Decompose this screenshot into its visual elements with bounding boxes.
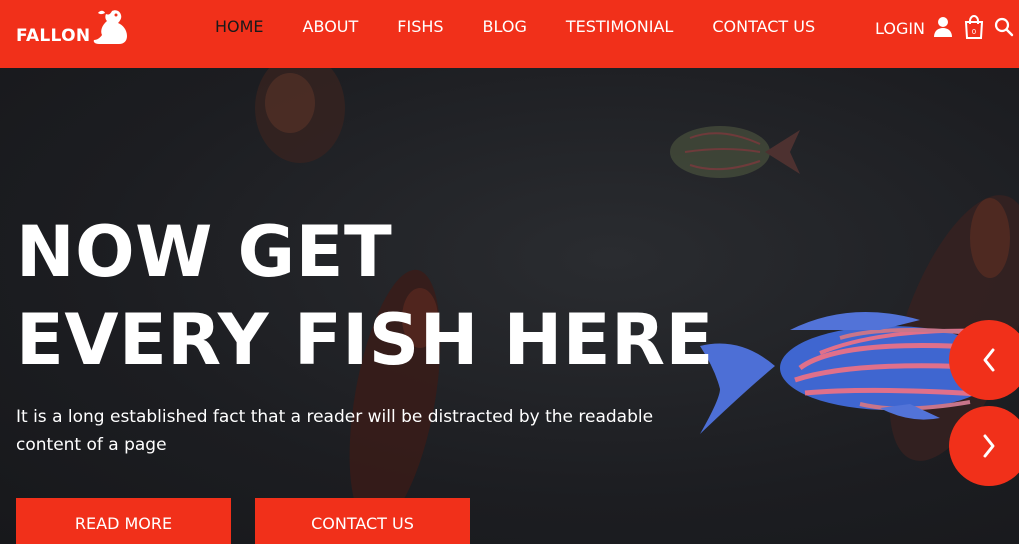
shopping-bag-icon[interactable]: 0	[964, 14, 984, 43]
hero-headline: NOW GET EVERY FISH HERE	[16, 208, 714, 384]
headline-line-1: NOW GET	[16, 211, 393, 293]
nav-home[interactable]: HOME	[215, 17, 264, 37]
nav-testimonial[interactable]: TESTIMONIAL	[566, 17, 673, 37]
nav-contact-us[interactable]: CONTACT US	[712, 17, 815, 37]
main-nav: HOME ABOUT FISHS BLOG TESTIMONIAL CONTAC…	[215, 17, 854, 37]
carousel-next-button[interactable]	[949, 406, 1019, 486]
login-link[interactable]: LOGIN	[875, 19, 925, 39]
logo-text: FALLON	[16, 26, 91, 46]
user-icon[interactable]	[934, 16, 953, 42]
chevron-left-icon	[983, 348, 995, 372]
nav-fishs[interactable]: FISHS	[397, 17, 443, 37]
search-icon[interactable]	[994, 17, 1014, 41]
contact-us-button[interactable]: CONTACT US	[255, 498, 470, 544]
site-header: FALLON HOME ABOUT FISHS BLOG TESTIMONIAL…	[0, 0, 1019, 68]
nav-about[interactable]: ABOUT	[303, 17, 359, 37]
read-more-button[interactable]: READ MORE	[16, 498, 231, 544]
header-tools: LOGIN 0	[875, 14, 1014, 43]
carousel-prev-button[interactable]	[949, 320, 1019, 400]
cart-count: 0	[972, 28, 976, 36]
logo[interactable]: FALLON	[16, 7, 132, 49]
chevron-right-icon	[983, 434, 995, 458]
seal-logo-icon	[94, 10, 128, 45]
nav-blog[interactable]: BLOG	[483, 17, 527, 37]
headline-line-2: EVERY FISH HERE	[16, 299, 714, 381]
hero-subtitle: It is a long established fact that a rea…	[16, 407, 654, 455]
hero-banner: NOW GET EVERY FISH HERE It is a long est…	[0, 68, 1019, 544]
